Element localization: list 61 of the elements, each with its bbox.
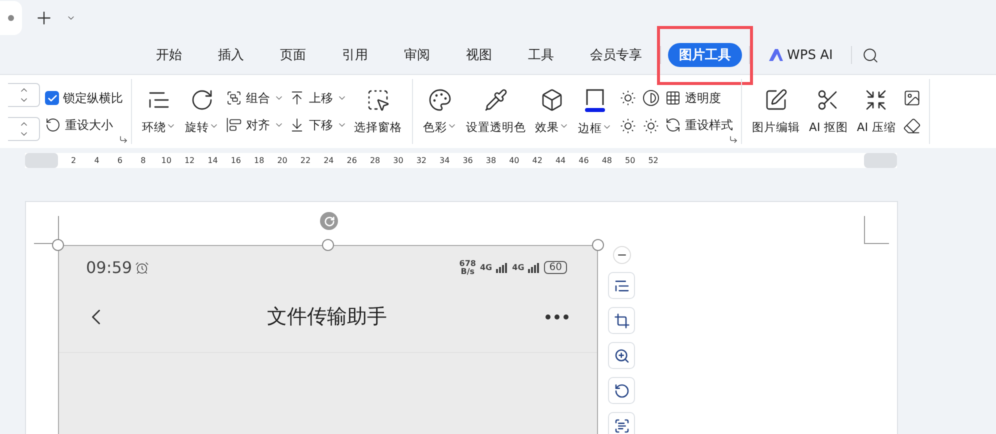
ribbon-tab[interactable]: 引用	[331, 43, 379, 67]
ruler-number: 32	[415, 156, 428, 165]
ribbon-tab[interactable]: 开始	[145, 43, 193, 67]
ribbon-tab[interactable]: 图片工具	[668, 43, 742, 67]
ribbon-button[interactable]: AI 压缩	[854, 86, 898, 137]
ruler-number: 2	[70, 156, 78, 165]
ruler-number: 24	[322, 156, 335, 165]
ruler-number: 26	[346, 156, 358, 165]
ruler-number: 18	[253, 156, 266, 165]
battery-level: 60	[544, 261, 567, 274]
ribbon-button[interactable]: 效果	[533, 86, 571, 137]
ruler-number: 4	[93, 156, 100, 165]
ruler-number: 14	[206, 156, 219, 165]
ribbon-button[interactable]: 对齐	[226, 116, 284, 134]
ribbon-button[interactable]: 下移	[289, 116, 347, 134]
ruler-number: 52	[647, 156, 660, 165]
ribbon-button[interactable]: 上移	[289, 90, 347, 106]
ruler-number: 20	[276, 156, 288, 165]
ribbon-tab[interactable]: 视图	[455, 43, 503, 67]
ruler-number: 12	[183, 156, 196, 165]
ribbon-button[interactable]: 透明度	[665, 90, 733, 106]
ruler-number: 44	[554, 156, 567, 165]
ribbon-button[interactable]: 选择窗格	[352, 86, 404, 137]
ruler-number: 30	[392, 156, 404, 165]
status-time: 09:59	[86, 258, 132, 277]
ruler-number: 38	[484, 156, 498, 165]
network-label: 4G	[480, 264, 492, 272]
ribbon-button[interactable]: 重设大小	[45, 116, 123, 134]
ribbon-tab[interactable]: 插入	[207, 43, 255, 67]
ribbon-tab[interactable]: WPS AI	[758, 44, 844, 66]
ribbon-button[interactable]: 设置透明色	[464, 86, 528, 137]
ribbon-button[interactable]: 组合	[226, 90, 284, 106]
ruler-number: 6	[116, 156, 124, 165]
ribbon-button[interactable]: 图片编辑	[750, 86, 802, 137]
ribbon-tab[interactable]: 审阅	[393, 43, 441, 67]
chat-title: 文件传输助手	[267, 303, 387, 330]
ribbon-button[interactable]: AI 抠图	[807, 86, 850, 137]
ruler-number: 34	[438, 156, 451, 165]
net-speed: 678	[459, 260, 476, 268]
ribbon-tab[interactable]: 页面	[269, 43, 317, 67]
ribbon-tab[interactable]: 会员专享	[579, 43, 653, 67]
ribbon-button[interactable]: 旋转	[183, 86, 221, 137]
ruler-number: 46	[578, 156, 590, 165]
net-speed-unit: B/s	[460, 268, 475, 276]
ruler-number: 42	[531, 156, 544, 165]
ruler-number: 10	[160, 156, 172, 165]
ribbon-button[interactable]: 环绕	[140, 86, 178, 137]
ruler-number: 16	[230, 156, 242, 165]
ribbon-button[interactable]: 边框	[576, 85, 614, 138]
ribbon-tab[interactable]: 工具	[517, 43, 565, 67]
lock-ratio-checkbox[interactable]: 锁定纵横比	[45, 90, 123, 106]
network-label: 4G	[512, 264, 524, 272]
ruler-number: 28	[368, 156, 382, 165]
ruler-number: 50	[624, 156, 636, 165]
ruler-number: 40	[508, 156, 520, 165]
ruler-number: 36	[462, 156, 474, 165]
ruler-number: 8	[140, 156, 147, 165]
ruler-number: 48	[600, 156, 613, 165]
ribbon-button[interactable]: 色彩	[421, 86, 459, 137]
ribbon-button[interactable]: 重设样式	[665, 116, 733, 134]
ruler-number: 22	[299, 156, 312, 165]
